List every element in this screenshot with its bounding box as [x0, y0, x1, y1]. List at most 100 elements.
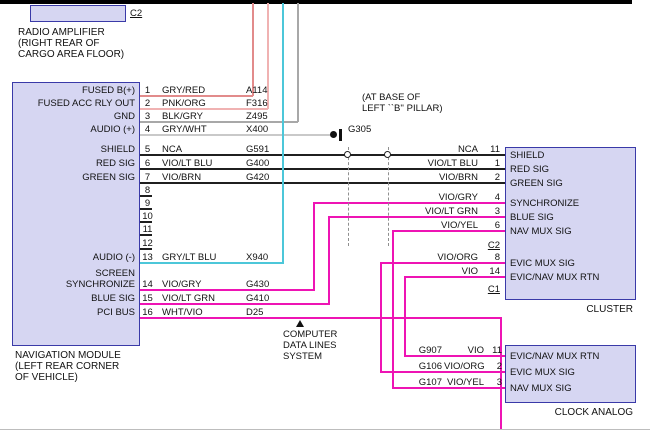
nav-pin-number: 7	[141, 172, 154, 183]
clock-wire-color: VIO/YEL	[444, 377, 484, 388]
bottom-border-line	[0, 429, 650, 430]
ground-stud-icon	[339, 129, 342, 141]
nav-caption-line2: (LEFT REAR CORNER	[15, 361, 119, 373]
cluster-pin-number: 8	[478, 252, 500, 263]
nav-wire-color: WHT/VIO	[162, 307, 203, 318]
inline-connector-dash-left	[348, 147, 349, 246]
cluster-pin-label: GREEN SIG	[510, 178, 563, 189]
cluster-wire-color: VIO/GRY	[398, 192, 478, 203]
nav-pin-number: 15	[141, 293, 154, 304]
nav-wire-color: BLK/GRY	[162, 111, 203, 122]
wire-vio-v	[404, 276, 406, 357]
nav-wire-circuit: Z495	[246, 111, 268, 122]
cluster-wire-color: NCA	[398, 144, 478, 155]
nav-wire-circuit: D25	[246, 307, 263, 318]
nav-pin-label: FUSED ACC RLY OUT	[16, 98, 135, 109]
data-lines-note-line2: DATA LINES	[283, 340, 337, 351]
wire-wht-vio-v	[500, 317, 502, 429]
ground-dot-icon	[330, 131, 337, 138]
wiring-diagram: C2 RADIO AMPLIFIER (RIGHT REAR OF CARGO …	[0, 0, 650, 432]
nav-wire-color: VIO/GRY	[162, 279, 201, 290]
ground-label: G305	[348, 124, 371, 135]
cluster-pin-label: RED SIG	[510, 164, 549, 175]
nav-pin-number: 10	[141, 211, 154, 222]
cluster-pin-number: 4	[478, 192, 500, 203]
cluster-wire-color: VIO/ORG	[398, 252, 478, 263]
nav-wire-circuit: G591	[246, 144, 269, 155]
clock-pin-number: 3	[486, 377, 502, 388]
data-lines-arrow-icon	[296, 320, 304, 327]
nav-wire-circuit: G410	[246, 293, 269, 304]
nav-pin-number: 5	[141, 144, 154, 155]
nav-wire-circuit: X940	[246, 252, 268, 263]
cluster-wire-color: VIO/LT BLU	[398, 158, 478, 169]
inline-connector-dash-right	[388, 147, 389, 246]
cluster-pin-label: BLUE SIG	[510, 212, 554, 223]
nav-wire-circuit: G430	[246, 279, 269, 290]
clock-pin-label: NAV MUX SIG	[510, 383, 572, 394]
nav-pin-label: BLUE SIG	[16, 293, 135, 304]
nav-pin-number: 14	[141, 279, 154, 290]
cluster-pin-number: 11	[478, 144, 500, 155]
nav-pin-number: 3	[141, 111, 154, 122]
cluster-pin-label: NAV MUX SIG	[510, 226, 572, 237]
nav-pin-label: GREEN SIG	[16, 172, 135, 183]
wire-vio-ltgrn-v	[328, 216, 330, 305]
nav-wire-color: VIO/LT BLU	[162, 158, 212, 169]
nav-pin-number: 12	[141, 238, 154, 249]
nav-pin-number: 16	[141, 307, 154, 318]
clock-wire-circuit: G106	[408, 361, 442, 372]
nav-wire-circuit: A114	[246, 85, 267, 96]
cluster-pin-number: 2	[478, 172, 500, 183]
cluster-pin-label: EVIC MUX SIG	[510, 258, 575, 269]
connector-bubble-icon	[344, 151, 351, 158]
clock-pin-label: EVIC MUX SIG	[510, 367, 575, 378]
nav-wire-circuit: X400	[246, 124, 268, 135]
top-border-bar	[0, 0, 632, 4]
nav-wire-color: NCA	[162, 144, 182, 155]
nav-pin-label: AUDIO (-)	[16, 252, 135, 263]
nav-wire-circuit: F316	[246, 98, 268, 109]
nav-pin-label: GND	[16, 111, 135, 122]
b-pillar-note-line1: (AT BASE OF	[362, 92, 420, 103]
wire-vio-yel-v	[392, 230, 394, 389]
radio-amplifier-box	[30, 5, 126, 22]
nav-pin-label: AUDIO (+)	[16, 124, 135, 135]
nav-pin-number: 4	[141, 124, 154, 135]
nav-caption-line1: NAVIGATION MODULE	[15, 350, 121, 362]
radio-amp-caption-line1: RADIO AMPLIFIER	[18, 27, 105, 39]
cluster-pin-label: SHIELD	[510, 150, 544, 161]
nav-pin-number: 9	[141, 198, 154, 209]
nav-pin-number: 2	[141, 98, 154, 109]
nav-pin-label: SCREEN SYNCHRONIZE	[58, 268, 135, 290]
nav-caption-line3: OF VEHICLE)	[15, 372, 78, 384]
data-lines-note-line3: SYSTEM	[283, 351, 322, 362]
nav-wire-color: GRY/LT BLU	[162, 252, 216, 263]
radio-amp-caption-line3: CARGO AREA FLOOR)	[18, 49, 124, 61]
b-pillar-note-line2: LEFT ``B'' PILLAR)	[362, 103, 443, 114]
clock-pin-number: 11	[486, 345, 502, 356]
nav-wire-color: PNK/ORG	[162, 98, 206, 109]
cluster-connector-c2: C2	[478, 240, 500, 251]
nav-pin-number: 1	[141, 85, 154, 96]
cluster-caption: CLUSTER	[560, 304, 633, 316]
data-lines-note-line1: COMPUTER	[283, 329, 337, 340]
nav-wire-circuit: G420	[246, 172, 269, 183]
cluster-pin-number: 3	[478, 206, 500, 217]
clock-pin-label: EVIC/NAV MUX RTN	[510, 351, 599, 362]
radio-amp-caption-line2: (RIGHT REAR OF	[18, 38, 99, 50]
nav-wire-color: VIO/LT GRN	[162, 293, 215, 304]
wire-gry-red-v	[252, 3, 254, 96]
cluster-wire-color: VIO	[398, 266, 478, 277]
cluster-wire-color: VIO/LT GRN	[398, 206, 478, 217]
clock-wire-color: VIO	[444, 345, 484, 356]
cluster-pin-number: 1	[478, 158, 500, 169]
wire-blk-gry-v	[297, 3, 299, 122]
cluster-pin-label: EVIC/NAV MUX RTN	[510, 272, 599, 283]
nav-pin-number: 11	[141, 224, 154, 235]
clock-wire-circuit: G907	[408, 345, 442, 356]
nav-pin-label: RED SIG	[16, 158, 135, 169]
wire-vio-gry-v	[313, 202, 315, 291]
nav-pin-number: 8	[141, 185, 154, 196]
nav-pin-label: PCI BUS	[16, 307, 135, 318]
